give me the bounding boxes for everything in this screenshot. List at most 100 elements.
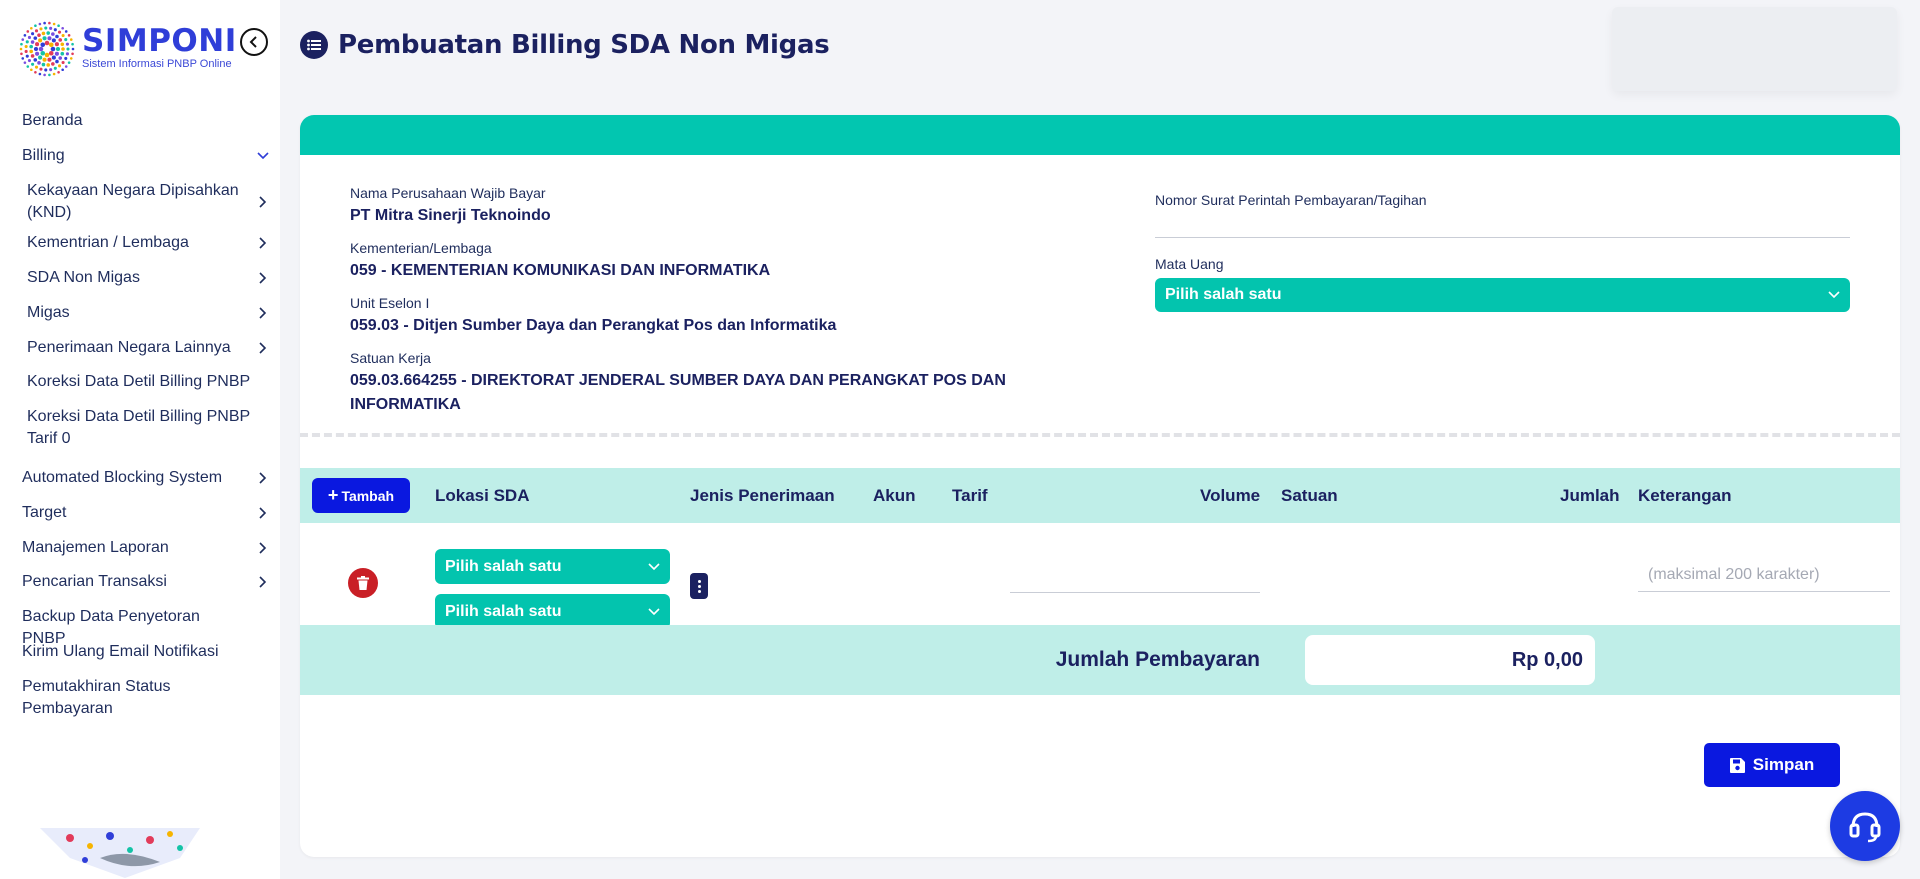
chevron-right-icon bbox=[256, 342, 270, 354]
sidebar-item-label: SDA Non Migas bbox=[27, 269, 140, 286]
company-name-value: PT Mitra Sinerji Teknoindo bbox=[350, 207, 551, 224]
save-icon bbox=[1729, 757, 1745, 773]
total-value: Rp 0,00 bbox=[1305, 635, 1595, 685]
simponi-logo-icon bbox=[19, 21, 75, 77]
billing-options: Nomor Surat Perintah Pembayaran/Tagihan … bbox=[1155, 192, 1850, 312]
sidebar-item[interactable]: Automated Blocking System bbox=[22, 467, 270, 489]
more-vertical-icon[interactable] bbox=[690, 573, 708, 599]
sidebar-item[interactable]: Kekayaan Negara Dipisahkan (KND) bbox=[27, 180, 270, 224]
sidebar-item[interactable]: Beranda bbox=[22, 110, 270, 132]
add-row-label: Tambah bbox=[341, 487, 395, 504]
page-header: Pembuatan Billing SDA Non Migas bbox=[300, 30, 830, 60]
chevron-right-icon bbox=[256, 272, 270, 284]
chevron-right-icon bbox=[256, 576, 270, 588]
column-jumlah: Jumlah bbox=[1560, 486, 1620, 505]
headset-icon bbox=[1849, 812, 1881, 843]
sidebar-item-label: Automated Blocking System bbox=[22, 469, 223, 486]
app-name: SIMPONI bbox=[82, 23, 237, 59]
sidebar-item-label: Migas bbox=[27, 304, 70, 321]
sidebar-item[interactable]: Manajemen Laporan bbox=[22, 537, 270, 559]
column-lokasi: Lokasi SDA bbox=[435, 486, 530, 505]
chevron-right-icon bbox=[256, 196, 270, 208]
sidebar-item-label: Kirim Ulang Email Notifikasi bbox=[22, 643, 219, 660]
list-icon bbox=[300, 31, 328, 59]
sidebar-item-label: Kekayaan Negara Dipisahkan (KND) bbox=[27, 182, 239, 221]
sidebar-item[interactable]: SDA Non Migas bbox=[27, 267, 270, 289]
sidebar-item-label: Pencarian Transaksi bbox=[22, 573, 167, 590]
delete-row-button[interactable] bbox=[348, 568, 378, 598]
currency-label: Mata Uang bbox=[1155, 256, 1224, 272]
section-divider bbox=[300, 433, 1900, 437]
total-label: Jumlah Pembayaran bbox=[1055, 648, 1260, 671]
table-header: + Tambah Lokasi SDA Jenis Penerimaan Aku… bbox=[300, 468, 1900, 523]
total-bar: Jumlah Pembayaran Rp 0,00 bbox=[300, 625, 1900, 695]
sidebar-item-label: Koreksi Data Detil Billing PNBP Tarif 0 bbox=[27, 408, 250, 447]
chevron-down-icon bbox=[648, 562, 660, 570]
echelon-label: Unit Eselon I bbox=[350, 295, 430, 311]
chevron-right-icon bbox=[256, 542, 270, 554]
sidebar-item[interactable]: Koreksi Data Detil Billing PNBP Tarif 0 bbox=[27, 406, 270, 450]
payer-info: Nama Perusahaan Wajib Bayar PT Mitra Sin… bbox=[350, 185, 1030, 429]
column-keterangan: Keterangan bbox=[1638, 486, 1732, 505]
sidebar: SIMPONI Sistem Informasi PNBP Online Ber… bbox=[0, 0, 280, 879]
sidebar-item[interactable]: Kementrian / Lembaga bbox=[27, 232, 270, 254]
sidebar-item[interactable]: Target bbox=[22, 502, 270, 524]
sidebar-item-label: Target bbox=[22, 504, 67, 521]
table-row: Pilih salah satu Pilih salah satu bbox=[300, 523, 1900, 629]
column-satuan: Satuan bbox=[1281, 486, 1338, 505]
sidebar-item[interactable]: Kirim Ulang Email Notifikasi bbox=[22, 641, 270, 663]
echelon-value: 059.03 - Ditjen Sumber Daya dan Perangka… bbox=[350, 317, 837, 334]
sidebar-item[interactable]: Billing bbox=[22, 145, 270, 167]
jenis-select[interactable]: Pilih salah satu bbox=[435, 594, 670, 629]
chevron-right-icon bbox=[256, 307, 270, 319]
chevron-right-icon bbox=[256, 472, 270, 484]
billing-form-card: Nama Perusahaan Wajib Bayar PT Mitra Sin… bbox=[300, 115, 1900, 857]
jenis-select-value: Pilih salah satu bbox=[445, 602, 562, 620]
lokasi-select-value: Pilih salah satu bbox=[445, 557, 562, 575]
add-row-button[interactable]: + Tambah bbox=[312, 478, 410, 513]
column-jenis: Jenis Penerimaan bbox=[690, 486, 835, 505]
order-number-label: Nomor Surat Perintah Pembayaran/Tagihan bbox=[1155, 192, 1427, 208]
card-header-bar bbox=[300, 115, 1900, 155]
page-title: Pembuatan Billing SDA Non Migas bbox=[338, 30, 830, 60]
volume-input[interactable] bbox=[1010, 563, 1260, 593]
sidebar-item[interactable]: Pencarian Transaksi bbox=[22, 571, 270, 593]
sidebar-item-label: Billing bbox=[22, 147, 65, 164]
chevron-left-icon bbox=[249, 36, 257, 48]
sidebar-item-label: Koreksi Data Detil Billing PNBP bbox=[27, 373, 251, 390]
currency-select-value: Pilih salah satu bbox=[1165, 286, 1282, 303]
sidebar-item-label: Manajemen Laporan bbox=[22, 539, 169, 556]
sidebar-item[interactable]: Penerimaan Negara Lainnya bbox=[27, 337, 270, 359]
chevron-down-icon bbox=[1828, 291, 1840, 299]
sidebar-item-label: Kementrian / Lembaga bbox=[27, 234, 189, 251]
ministry-label: Kementerian/Lembaga bbox=[350, 240, 492, 256]
sidebar-item[interactable]: Migas bbox=[27, 302, 270, 324]
lokasi-select[interactable]: Pilih salah satu bbox=[435, 549, 670, 584]
order-number-input[interactable] bbox=[1155, 208, 1850, 238]
sidebar-item-label: Penerimaan Negara Lainnya bbox=[27, 339, 231, 356]
work-unit-value: 059.03.664255 - DIREKTORAT JENDERAL SUMB… bbox=[350, 372, 1006, 413]
user-profile-box[interactable] bbox=[1612, 7, 1897, 91]
keterangan-input[interactable] bbox=[1638, 558, 1890, 592]
company-name-label: Nama Perusahaan Wajib Bayar bbox=[350, 185, 546, 201]
currency-select[interactable]: Pilih salah satu bbox=[1155, 278, 1850, 312]
help-button[interactable] bbox=[1830, 791, 1900, 861]
chevron-down-icon bbox=[256, 150, 270, 162]
column-akun: Akun bbox=[873, 486, 916, 505]
sidebar-item-label: Beranda bbox=[22, 112, 83, 129]
plus-icon: + bbox=[327, 485, 339, 505]
save-button[interactable]: Simpan bbox=[1704, 743, 1840, 787]
sidebar-item-label: Pemutakhiran Status Pembayaran bbox=[22, 678, 171, 717]
ministry-value: 059 - KEMENTERIAN KOMUNIKASI DAN INFORMA… bbox=[350, 262, 771, 279]
app-logo[interactable]: SIMPONI Sistem Informasi PNBP Online bbox=[18, 18, 258, 78]
sidebar-item[interactable]: Pemutakhiran Status Pembayaran bbox=[22, 676, 270, 720]
work-unit-label: Satuan Kerja bbox=[350, 350, 431, 366]
column-tarif: Tarif bbox=[952, 486, 988, 505]
chevron-down-icon bbox=[648, 607, 660, 615]
chevron-right-icon bbox=[256, 507, 270, 519]
sidebar-item[interactable]: Koreksi Data Detil Billing PNBP bbox=[27, 371, 270, 393]
app-subtitle: Sistem Informasi PNBP Online bbox=[82, 58, 232, 70]
sidebar-decoration-illustration bbox=[40, 828, 200, 878]
save-label: Simpan bbox=[1752, 755, 1815, 774]
collapse-sidebar-button[interactable] bbox=[240, 28, 268, 56]
